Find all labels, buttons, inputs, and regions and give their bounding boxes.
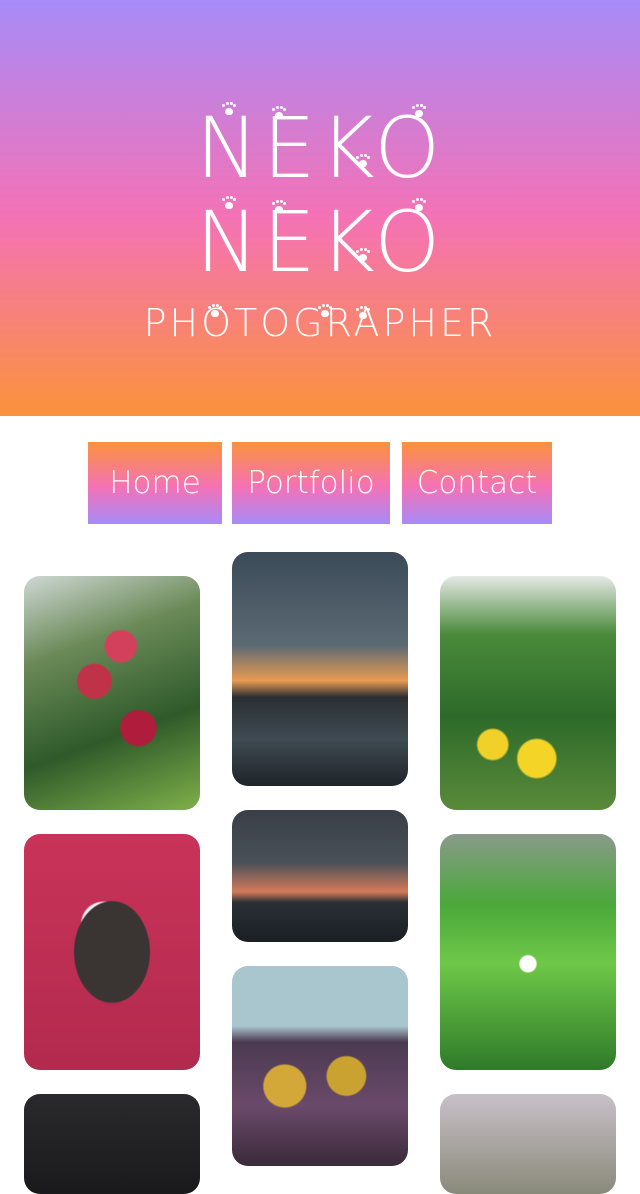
paw-icon <box>272 108 286 120</box>
paw-icon <box>318 306 332 318</box>
paw-icon <box>222 104 236 116</box>
paw-icon <box>356 250 370 262</box>
gallery-photo-harbor-dusk[interactable] <box>232 810 408 942</box>
hero-banner: NEKO NEKO PHOTOGRAPHER <box>0 0 640 416</box>
gallery-photo-window[interactable] <box>440 1094 616 1194</box>
gallery-photo-ducklings[interactable] <box>232 966 408 1166</box>
paw-icon <box>356 308 370 320</box>
paw-icon <box>272 202 286 214</box>
gallery-photo-duck[interactable] <box>24 834 200 1070</box>
paw-icon <box>356 156 370 168</box>
paw-icon <box>222 198 236 210</box>
gallery-photo-sunset-sea[interactable] <box>232 552 408 786</box>
nav-portfolio-button[interactable]: Portfolio <box>232 442 390 524</box>
gallery-photo-green-leaves[interactable] <box>440 834 616 1070</box>
main-nav: Home Portfolio Contact <box>0 442 640 524</box>
nav-contact-button[interactable]: Contact <box>402 442 552 524</box>
gallery-photo-yellow-flowers[interactable] <box>440 576 616 810</box>
site-title-line-1: NEKO <box>195 99 445 197</box>
gallery-photo-dark[interactable] <box>24 1094 200 1194</box>
paw-icon <box>412 106 426 118</box>
paw-icon <box>208 306 222 318</box>
paw-icon <box>412 200 426 212</box>
site-title-line-2: NEKO <box>195 193 445 291</box>
gallery-photo-red-flowers[interactable] <box>24 576 200 810</box>
nav-home-button[interactable]: Home <box>88 442 222 524</box>
